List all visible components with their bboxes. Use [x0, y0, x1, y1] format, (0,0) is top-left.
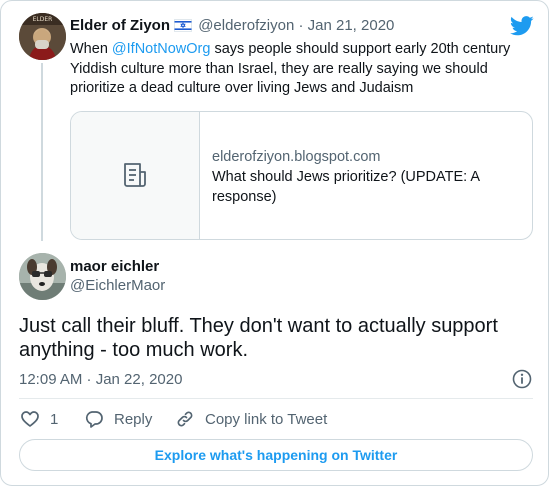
thread-connector-line [41, 63, 43, 241]
israel-flag-icon [174, 19, 193, 37]
like-count: 1 [50, 410, 59, 428]
link-icon [177, 411, 193, 427]
mention-link[interactable]: @IfNotNowOrg [112, 41, 211, 57]
twitter-bird-icon[interactable] [510, 16, 534, 36]
like-button[interactable]: 1 [20, 409, 58, 429]
reply-tweet-text: Just call their bluff. They don't want t… [19, 315, 498, 361]
reply-avatar[interactable] [19, 253, 66, 300]
link-thumbnail [71, 112, 200, 239]
link-preview-card[interactable]: elderofziyon.blogspot.com What should Je… [70, 111, 533, 240]
reply-display-name[interactable]: maor eichler [70, 258, 159, 276]
info-icon[interactable] [511, 368, 533, 390]
copy-link-button[interactable]: Copy link to Tweet [175, 409, 327, 429]
divider [19, 398, 533, 399]
parent-date[interactable]: Jan 21, 2020 [308, 17, 395, 34]
reply-handle[interactable]: @EichlerMaor [70, 277, 165, 295]
profile-avatar-dog [19, 253, 66, 300]
parent-handle[interactable]: @elderofziyon [198, 17, 294, 34]
embedded-tweet-card: ELDER Elder of Ziyon @elderofziyon · Jan… [0, 0, 549, 486]
document-icon [124, 163, 146, 187]
parent-tweet-text: When @IfNotNowOrg says people should sup… [70, 40, 540, 99]
reply-label: Reply [114, 410, 153, 428]
parent-tweet-header: Elder of Ziyon @elderofziyon · Jan 21, 2… [70, 17, 394, 35]
header-separator: · [298, 17, 304, 34]
parent-text-prefix: When [70, 41, 112, 57]
svg-text:ELDER: ELDER [33, 16, 53, 23]
parent-display-name[interactable]: Elder of Ziyon [70, 17, 170, 34]
heart-icon [21, 411, 39, 427]
explore-button[interactable]: Explore what's happening on Twitter [19, 439, 533, 471]
link-title: What should Jews prioritize? (UPDATE: A … [212, 169, 480, 205]
copy-link-label: Copy link to Tweet [205, 410, 328, 428]
parent-avatar[interactable]: ELDER [19, 13, 66, 60]
reply-button[interactable]: Reply [84, 409, 152, 429]
profile-avatar-elder-of-ziyon: ELDER [19, 13, 66, 60]
link-domain: elderofziyon.blogspot.com [212, 149, 381, 165]
reply-timestamp[interactable]: 12:09 AM · Jan 22, 2020 [19, 371, 182, 389]
reply-bubble-icon [85, 411, 103, 428]
